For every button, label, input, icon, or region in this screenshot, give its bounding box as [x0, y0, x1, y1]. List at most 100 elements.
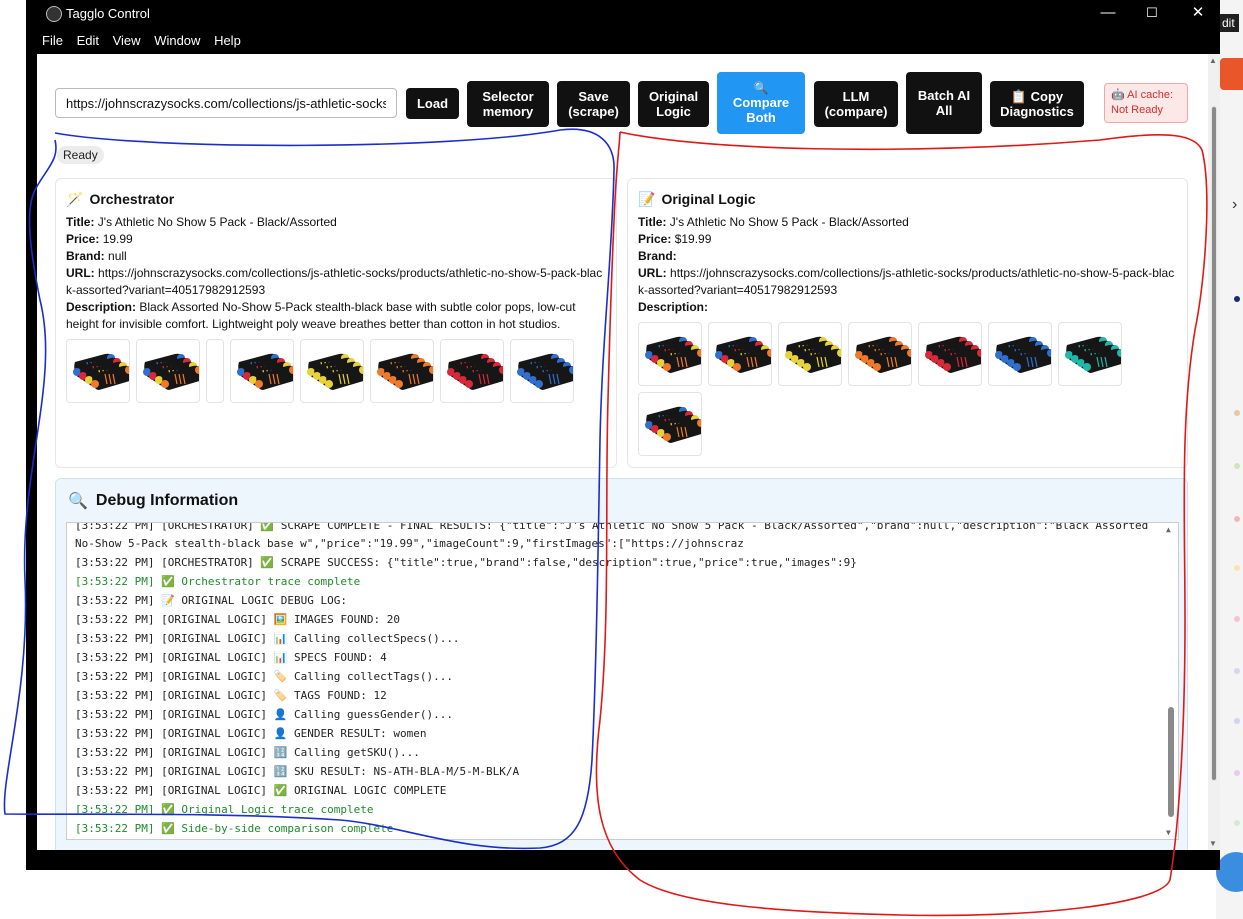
orchestrator-title-row: Title: J's Athletic No Show 5 Pack - Bla… — [66, 214, 606, 231]
original-image-gallery — [638, 322, 1177, 456]
original-url-row: URL: https://johnscrazysocks.com/collect… — [638, 265, 1177, 299]
window-scrollbar[interactable]: ▲ ▼ — [1208, 54, 1220, 850]
dot-icon — [1234, 565, 1240, 571]
menu-view[interactable]: View — [113, 30, 141, 52]
description-label: Description: — [66, 300, 137, 314]
original-brand-row: Brand: — [638, 248, 1177, 265]
menu-bar: File Edit View Window Help — [36, 30, 245, 52]
menu-window[interactable]: Window — [154, 30, 200, 52]
menu-help[interactable]: Help — [214, 30, 241, 52]
minimize-button[interactable]: — — [1085, 2, 1131, 26]
compare-both-label-1: Compare — [732, 95, 790, 110]
log-line: [3:53:22 PM] [ORCHESTRATOR] ✅ SCRAPE SUC… — [75, 556, 857, 569]
close-button[interactable]: ✕ — [1175, 2, 1221, 26]
product-image[interactable] — [848, 322, 912, 386]
orchestrator-price-row: Price: 19.99 — [66, 231, 606, 248]
url-label: URL: — [66, 266, 95, 280]
scroll-up-icon[interactable]: ▲ — [1166, 525, 1171, 534]
load-button[interactable]: Load — [406, 88, 459, 119]
save-scrape-button[interactable]: Save (scrape) — [557, 81, 630, 127]
product-image[interactable] — [510, 339, 574, 403]
url-label: URL: — [638, 266, 667, 280]
title-label: Title: — [638, 215, 667, 229]
product-image[interactable] — [1058, 322, 1122, 386]
selector-memory-button[interactable]: Selector memory — [467, 81, 549, 127]
ai-cache-value: Not Ready — [1111, 104, 1163, 116]
compare-both-button[interactable]: 🔍 Compare Both — [717, 72, 805, 134]
ai-cache-label: AI cache: — [1127, 89, 1174, 101]
log-line: [3:53:22 PM] ✅ Side-by-side comparison c… — [75, 822, 394, 835]
original-url-value: https://johnscrazysocks.com/collections/… — [638, 266, 1175, 297]
maximize-button[interactable]: ☐ — [1129, 2, 1175, 26]
orchestrator-image-gallery — [66, 339, 606, 403]
orchestrator-panel: 🪄 Orchestrator Title: J's Athletic No Sho… — [55, 178, 617, 468]
product-image[interactable] — [136, 339, 200, 403]
description-label: Description: — [638, 300, 709, 314]
log-scrollbar-thumb[interactable] — [1168, 707, 1174, 817]
load-label: Load — [416, 96, 449, 111]
window-title: Tagglo Control — [66, 6, 150, 21]
product-image[interactable] — [370, 339, 434, 403]
orchestrator-url-value: https://johnscrazysocks.com/collections/… — [66, 266, 603, 297]
product-image[interactable] — [440, 339, 504, 403]
orchestrator-url-row: URL: https://johnscrazysocks.com/collect… — [66, 265, 606, 299]
wand-icon: 🪄 — [66, 191, 84, 207]
batch-ai-label-2: All — [935, 103, 953, 118]
status-chip: Ready — [57, 146, 104, 164]
scroll-up-icon[interactable]: ▲ — [1209, 56, 1217, 65]
original-logic-button[interactable]: Original Logic — [638, 81, 709, 127]
orchestrator-description-value: Black Assorted No-Show 5-Pack stealth-bl… — [66, 300, 576, 331]
url-input[interactable] — [55, 88, 397, 118]
product-image[interactable] — [708, 322, 772, 386]
dot-icon — [1234, 770, 1240, 776]
original-logic-panel: 📝 Original Logic Title: J's Athletic No S… — [627, 178, 1188, 468]
product-image[interactable] — [300, 339, 364, 403]
background-logo — [1220, 58, 1243, 90]
log-scrollbar[interactable]: ▲ ▼ — [1166, 523, 1176, 839]
batch-ai-all-button[interactable]: Batch AI All — [906, 72, 982, 134]
log-line: [3:53:22 PM] ✅ Original Logic trace comp… — [75, 803, 374, 816]
debug-log[interactable]: [3:53:22 PM] [ORCHESTRATOR] ✅ SCRAPE COM… — [66, 522, 1179, 840]
chat-fab[interactable] — [1216, 852, 1243, 892]
orchestrator-brand-row: Brand: null — [66, 248, 606, 265]
original-title-row: Title: J's Athletic No Show 5 Pack - Bla… — [638, 214, 1177, 231]
debug-heading-text: Debug Information — [95, 492, 239, 509]
product-image[interactable] — [230, 339, 294, 403]
scroll-down-icon[interactable]: ▼ — [1166, 828, 1171, 837]
debug-log-lines: [3:53:22 PM] [ORCHESTRATOR] ✅ SCRAPE COM… — [75, 523, 1158, 838]
memo-icon: 📝 — [638, 191, 656, 207]
original-price-row: Price: $19.99 — [638, 231, 1177, 248]
menu-edit[interactable]: Edit — [77, 30, 99, 52]
product-image[interactable] — [66, 339, 130, 403]
scroll-down-icon[interactable]: ▼ — [1209, 839, 1217, 848]
copy-diagnostics-button[interactable]: 📋 Copy Diagnostics — [990, 81, 1084, 127]
save-scrape-label-1: Save — [578, 89, 609, 104]
original-description-row: Description: — [638, 299, 1177, 316]
copy-diagnostics-text-1: Copy — [1030, 89, 1064, 104]
price-label: Price: — [638, 232, 672, 246]
log-line: [3:53:22 PM] [ORIGINAL LOGIC] 🏷️ Calling… — [75, 670, 453, 683]
dot-icon — [1234, 410, 1240, 416]
product-image[interactable] — [638, 392, 702, 456]
orchestrator-heading-text: Orchestrator — [89, 191, 175, 207]
magnifier-icon: 🔍 — [68, 493, 88, 510]
selector-memory-label-2: memory — [482, 104, 534, 119]
product-image[interactable] — [988, 322, 1052, 386]
log-line: [3:53:22 PM] [ORIGINAL LOGIC] 👤 GENDER R… — [75, 727, 427, 740]
dot-icon — [1234, 296, 1240, 302]
product-image[interactable] — [778, 322, 842, 386]
window-scrollbar-thumb[interactable] — [1211, 106, 1217, 781]
copy-diagnostics-label-2: Diagnostics — [1000, 104, 1074, 119]
app-icon — [46, 6, 62, 22]
llm-compare-label-2: (compare) — [824, 104, 888, 119]
product-image[interactable] — [918, 322, 982, 386]
menu-file[interactable]: File — [42, 30, 63, 52]
orchestrator-brand-value: null — [108, 249, 127, 263]
dot-icon — [1234, 668, 1240, 674]
original-price-value: $19.99 — [674, 232, 712, 246]
llm-compare-button[interactable]: LLM (compare) — [814, 81, 898, 127]
original-logic-label-1: Original — [648, 89, 699, 104]
log-line: [3:53:22 PM] [ORIGINAL LOGIC] ✅ ORIGINAL… — [75, 784, 447, 797]
dot-icon — [1234, 718, 1240, 724]
product-image[interactable] — [638, 322, 702, 386]
